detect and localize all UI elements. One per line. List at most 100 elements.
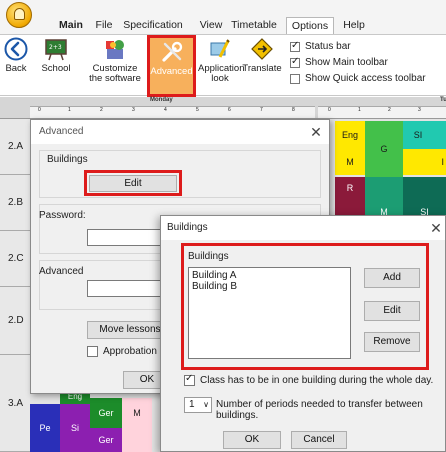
period-right-1: 1 — [358, 107, 361, 113]
back-button[interactable]: Back — [2, 37, 30, 74]
period-0: 0 — [38, 107, 41, 113]
lesson-card[interactable]: G — [365, 121, 403, 177]
back-label: Back — [5, 63, 27, 74]
buildings-edit-highlight — [84, 170, 182, 196]
row-label-2d[interactable]: 2.D — [0, 287, 30, 355]
lesson-card[interactable]: Ger — [90, 428, 122, 452]
buildings-listbox[interactable]: Building A Building B — [188, 267, 351, 359]
lesson-card[interactable]: M — [335, 149, 365, 175]
customize-icon — [103, 37, 127, 61]
buildings-list-label: Buildings — [188, 251, 229, 262]
transfer-periods-select[interactable]: 1 ∨ — [184, 397, 212, 413]
period-right-3: 3 — [418, 107, 421, 113]
tab-main[interactable]: Main — [54, 17, 88, 34]
lesson-card[interactable]: SI — [403, 121, 433, 149]
period-4: 4 — [164, 107, 167, 113]
chevron-down-icon: ∨ — [203, 400, 209, 409]
buildings-cancel-button[interactable]: Cancel — [291, 431, 347, 449]
lesson-card[interactable]: Eng — [335, 121, 365, 149]
lesson-card[interactable]: M — [122, 398, 152, 452]
tab-options[interactable]: Options — [286, 17, 334, 34]
row-label-3a[interactable]: 3.A — [0, 355, 30, 452]
one-building-label: Class has to be in one building during t… — [200, 375, 434, 386]
timetable-header: Monday Tu 0 1 2 3 4 5 6 7 8 0 1 2 3 — [0, 97, 446, 119]
status-bar-check[interactable] — [290, 40, 300, 52]
translate-sign-icon — [250, 37, 274, 61]
transfer-periods-label: Number of periods needed to transfer bet… — [216, 399, 423, 421]
period-1: 1 — [68, 107, 71, 113]
application-menu-icon[interactable] — [6, 2, 32, 28]
main-toolbar-label: Show Main toolbar — [305, 57, 388, 68]
advanced-label: Advanced — [150, 66, 193, 77]
password-label: Password: — [39, 210, 86, 221]
tab-file[interactable]: File — [90, 17, 118, 34]
lesson-card[interactable]: I — [403, 149, 446, 175]
lesson-card[interactable]: SI — [403, 177, 446, 217]
one-building-check[interactable] — [184, 373, 195, 386]
lesson-card[interactable]: Ger — [90, 398, 122, 428]
translate-label: Translate — [242, 63, 282, 74]
period-2: 2 — [100, 107, 103, 113]
edit-building-button[interactable]: Edit — [364, 301, 420, 321]
buildings-group-label: Buildings — [47, 154, 88, 165]
remove-building-button[interactable]: Remove — [364, 332, 420, 352]
status-bar-checkbox[interactable]: Status bar — [290, 40, 351, 52]
lesson-card[interactable]: Pe — [30, 404, 60, 452]
period-7: 7 — [260, 107, 263, 113]
back-arrow-icon — [4, 37, 28, 61]
buildings-ok-button[interactable]: OK — [223, 431, 281, 449]
buildings-dialog-title: Buildings — [161, 216, 445, 240]
list-item[interactable]: Building B — [192, 281, 347, 292]
quick-access-checkbox[interactable]: Show Quick access toolbar — [290, 73, 426, 84]
lesson-card[interactable]: M — [365, 177, 403, 217]
approbation-label: Approbation — [103, 346, 157, 357]
buildings-dialog: Buildings ✕ Buildings Building A Buildin… — [160, 215, 446, 452]
status-bar-label: Status bar — [305, 41, 351, 52]
period-right-0: 0 — [328, 107, 331, 113]
paint-palette-icon — [208, 37, 232, 61]
close-icon[interactable]: ✕ — [427, 219, 445, 237]
row-label-2b[interactable]: 2.B — [0, 175, 30, 231]
one-building-checkbox[interactable]: Class has to be in one building during t… — [184, 373, 446, 386]
period-3: 3 — [132, 107, 135, 113]
customize-button[interactable]: Customize the software — [86, 37, 144, 84]
tab-view[interactable]: View — [196, 17, 226, 34]
school-board-icon: 2+3 — [44, 37, 68, 61]
advanced-group-label: Advanced — [39, 266, 84, 277]
period-5: 5 — [196, 107, 199, 113]
tools-wrench-screwdriver-icon — [160, 40, 184, 64]
row-label-2c[interactable]: 2.C — [0, 231, 30, 287]
close-icon[interactable]: ✕ — [307, 123, 325, 141]
ribbon-tab-bar: Main File Specification View Timetable O… — [0, 0, 446, 34]
school-label: School — [41, 63, 71, 74]
ribbon-panel: Back 2+3 School Customize the software A… — [0, 34, 446, 97]
row-label-2a[interactable]: 2.A — [0, 119, 30, 175]
period-8: 8 — [292, 107, 295, 113]
lesson-card[interactable]: R — [335, 177, 365, 217]
customize-label: Customize the software — [89, 63, 141, 84]
application-look-button[interactable]: Application look — [198, 37, 245, 84]
quick-access-check[interactable] — [290, 73, 300, 84]
application-look-label: Application look — [198, 63, 245, 84]
advanced-button[interactable]: Advanced — [147, 35, 196, 97]
transfer-periods-value: 1 — [189, 399, 195, 410]
school-button[interactable]: 2+3 School — [34, 37, 78, 74]
list-item[interactable]: Building A — [192, 270, 347, 281]
approbation-check[interactable] — [87, 346, 98, 357]
day-label: Monday — [150, 97, 173, 103]
svg-text:2+3: 2+3 — [49, 44, 62, 51]
lesson-card[interactable]: Si — [60, 404, 90, 452]
approbation-checkbox[interactable]: Approbation — [87, 346, 157, 357]
main-toolbar-check[interactable] — [290, 56, 300, 68]
translate-button[interactable]: Translate — [242, 37, 282, 74]
main-toolbar-checkbox[interactable]: Show Main toolbar — [290, 56, 388, 68]
day-label-right: Tu — [440, 97, 446, 103]
quick-access-label: Show Quick access toolbar — [305, 73, 426, 84]
add-building-button[interactable]: Add — [364, 268, 420, 288]
tab-specification[interactable]: Specification — [120, 17, 186, 34]
tab-timetable[interactable]: Timetable — [226, 17, 282, 34]
period-6: 6 — [228, 107, 231, 113]
advanced-dialog-title: Advanced — [31, 120, 329, 144]
period-right-2: 2 — [388, 107, 391, 113]
tab-help[interactable]: Help — [338, 17, 370, 34]
